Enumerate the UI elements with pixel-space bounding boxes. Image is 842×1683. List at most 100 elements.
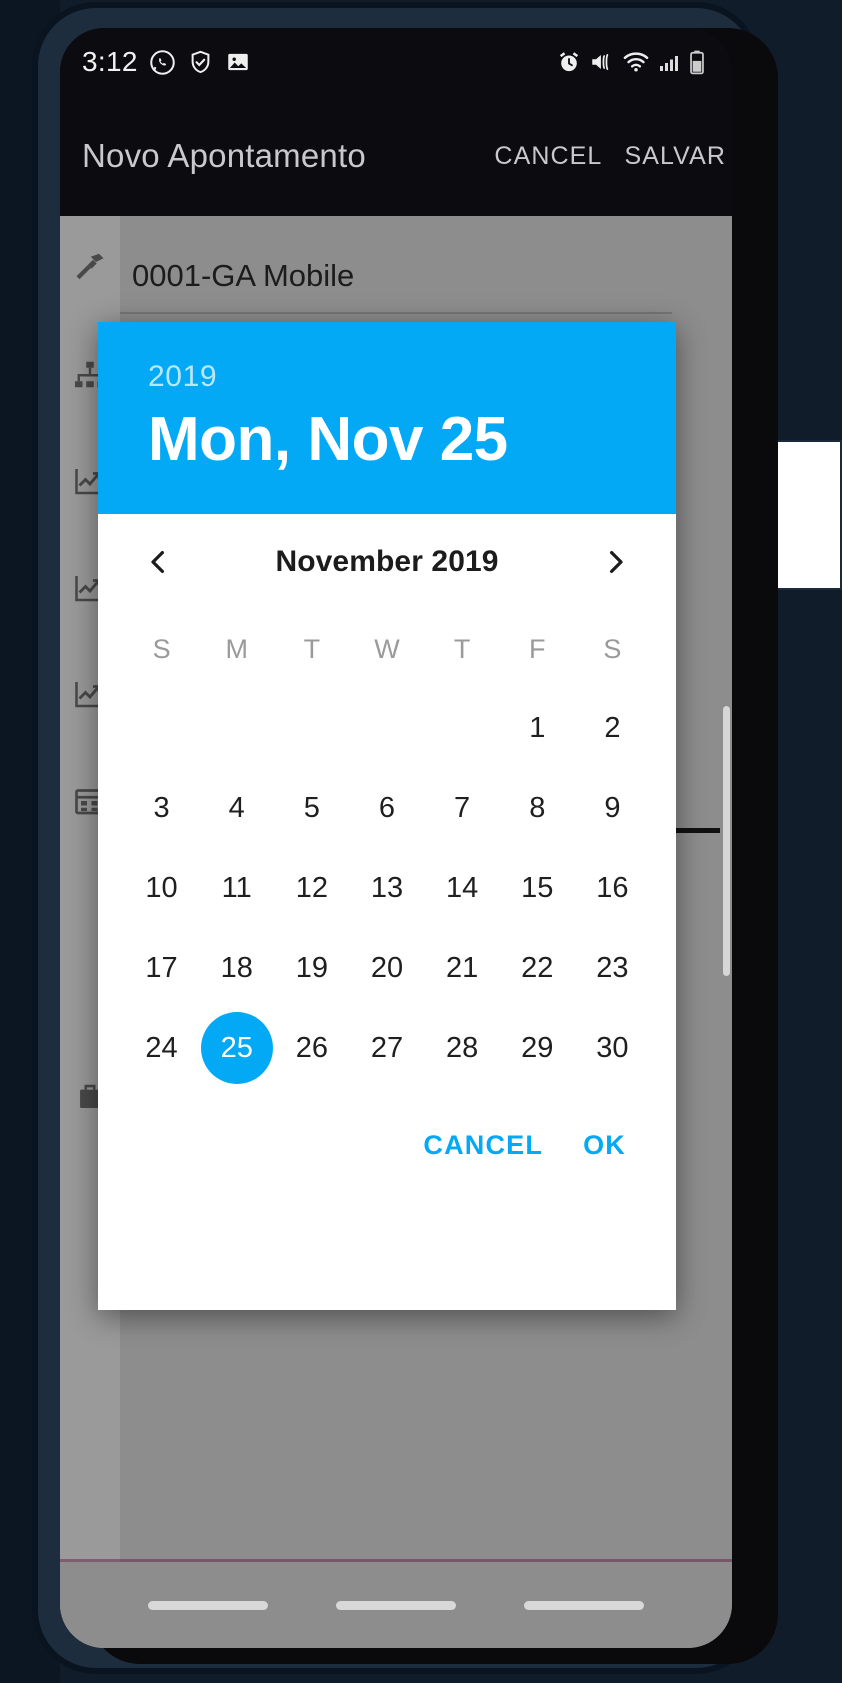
calendar-day-label: 10 bbox=[145, 871, 178, 904]
whatsapp-icon bbox=[149, 49, 176, 76]
signal-icon bbox=[657, 50, 681, 74]
calendar-day-label: 20 bbox=[370, 951, 404, 984]
weekday-header-row: SMTWTFS bbox=[98, 610, 676, 688]
calendar-day-cell[interactable]: 1 bbox=[500, 688, 575, 768]
app-bar-actions: CANCEL SALVAR bbox=[494, 142, 728, 171]
calendar-day-cell[interactable]: 6 bbox=[349, 768, 424, 848]
date-picker-body: November 2019 SMTWTFS 1 2 3 4 5 6 7 8 9 10 11 12 13 1… bbox=[98, 514, 676, 1208]
system-nav-bar bbox=[60, 1562, 732, 1648]
calendar-day-label: 12 bbox=[295, 871, 328, 904]
cancel-button[interactable]: CANCEL bbox=[494, 142, 602, 171]
dialog-actions: CANCEL OK bbox=[98, 1088, 676, 1208]
calendar-day-cell[interactable]: 3 bbox=[124, 768, 199, 848]
weekday-label: T bbox=[453, 633, 471, 664]
month-navigation: November 2019 bbox=[98, 514, 676, 610]
calendar-day-cell[interactable]: 5 bbox=[274, 768, 349, 848]
calendar-day-label: 19 bbox=[295, 951, 328, 984]
calendar-day-label: 30 bbox=[596, 1031, 629, 1064]
calendar-day-cell[interactable]: 22 bbox=[500, 928, 575, 1008]
dialog-cancel-button[interactable]: CANCEL bbox=[423, 1130, 543, 1161]
calendar-day-cell[interactable]: 14 bbox=[425, 848, 500, 928]
calendar-day-label: 16 bbox=[596, 871, 629, 904]
calendar-day-label bbox=[426, 692, 498, 764]
weekday-label: S bbox=[603, 633, 622, 664]
calendar-day-cell[interactable]: 26 bbox=[274, 1008, 349, 1088]
status-bar-left: 3:12 bbox=[82, 46, 251, 78]
date-picker-header: 2019 Mon, Nov 25 bbox=[98, 322, 676, 514]
calendar-day-empty bbox=[124, 688, 199, 768]
calendar-day-label: 2 bbox=[604, 711, 621, 744]
calendar-day-cell[interactable]: 16 bbox=[575, 848, 650, 928]
calendar-day-cell[interactable]: 27 bbox=[349, 1008, 424, 1088]
calendar-day-cell[interactable]: 19 bbox=[274, 928, 349, 1008]
calendar-day-cell[interactable]: 29 bbox=[500, 1008, 575, 1088]
calendar-day-label: 8 bbox=[529, 791, 546, 824]
shield-check-icon bbox=[187, 49, 214, 76]
header-date[interactable]: Mon, Nov 25 bbox=[148, 404, 676, 475]
calendar-day-cell[interactable]: 15 bbox=[500, 848, 575, 928]
dialog-ok-button[interactable]: OK bbox=[583, 1130, 626, 1161]
calendar-day-cell[interactable]: 7 bbox=[425, 768, 500, 848]
scrollbar-thumb[interactable] bbox=[723, 706, 730, 976]
status-bar-right bbox=[556, 48, 706, 76]
header-year[interactable]: 2019 bbox=[148, 360, 676, 394]
calendar-day-label: 3 bbox=[153, 791, 170, 824]
screenshot-root: 3:12 Novo Apontamento CANCEL SALVAR 0001… bbox=[0, 0, 842, 1683]
calendar-day-cell[interactable]: 10 bbox=[124, 848, 199, 928]
calendar-day-label: 1 bbox=[529, 711, 546, 744]
calendar-day-cell[interactable]: 24 bbox=[124, 1008, 199, 1088]
calendar-day-cell[interactable]: 9 bbox=[575, 768, 650, 848]
chevron-right-icon[interactable] bbox=[590, 536, 642, 588]
calendar-day-label bbox=[351, 692, 423, 764]
calendar-day-cell[interactable]: 20 bbox=[349, 928, 424, 1008]
calendar-day-cell[interactable]: 30 bbox=[575, 1008, 650, 1088]
status-bar: 3:12 bbox=[60, 28, 732, 96]
calendar-day-label: 13 bbox=[370, 871, 404, 904]
calendar-day-cell[interactable]: 12 bbox=[274, 848, 349, 928]
calendar-day-label: 23 bbox=[596, 951, 629, 984]
calendar-day-label bbox=[126, 692, 198, 764]
calendar-day-label: 4 bbox=[228, 791, 245, 824]
weekday-label: W bbox=[374, 633, 400, 664]
save-button[interactable]: SALVAR bbox=[624, 142, 726, 171]
calendar-day-label: 24 bbox=[145, 1031, 178, 1064]
calendar-day-cell[interactable]: 8 bbox=[500, 768, 575, 848]
calendar-day-cell[interactable]: 2 bbox=[575, 688, 650, 768]
project-field-value[interactable]: 0001-GA Mobile bbox=[132, 258, 354, 294]
hammer-icon[interactable] bbox=[70, 248, 110, 288]
calendar-day-cell[interactable]: 25 bbox=[199, 1008, 274, 1088]
calendar-day-empty bbox=[425, 688, 500, 768]
calendar-day-label: 18 bbox=[220, 951, 253, 984]
calendar-day-cell[interactable]: 21 bbox=[425, 928, 500, 1008]
chevron-left-icon[interactable] bbox=[132, 536, 184, 588]
calendar-day-label: 22 bbox=[521, 951, 554, 984]
calendar-day-label bbox=[201, 692, 273, 764]
calendar-day-label: 7 bbox=[454, 791, 471, 824]
calendar-day-empty bbox=[199, 688, 274, 768]
calendar-day-empty bbox=[349, 688, 424, 768]
calendar-day-label: 9 bbox=[604, 791, 621, 824]
calendar-day-label: 15 bbox=[521, 871, 554, 904]
calendar-day-cell[interactable]: 18 bbox=[199, 928, 274, 1008]
calendar-day-cell[interactable]: 4 bbox=[199, 768, 274, 848]
calendar-day-label: 27 bbox=[370, 1031, 404, 1064]
calendar-day-label: 21 bbox=[445, 951, 479, 984]
calendar-day-cell[interactable]: 11 bbox=[199, 848, 274, 928]
calendar-day-cell[interactable]: 17 bbox=[124, 928, 199, 1008]
nav-back-button[interactable] bbox=[524, 1600, 644, 1610]
calendar-day-label: 28 bbox=[445, 1031, 479, 1064]
app-bar: Novo Apontamento CANCEL SALVAR bbox=[60, 96, 732, 216]
calendar-day-label: 14 bbox=[445, 871, 479, 904]
calendar-day-label bbox=[276, 692, 348, 764]
calendar-day-cell[interactable]: 23 bbox=[575, 928, 650, 1008]
page-title: Novo Apontamento bbox=[82, 137, 366, 174]
phone-screen: 3:12 Novo Apontamento CANCEL SALVAR 0001… bbox=[60, 28, 732, 1648]
battery-icon bbox=[688, 49, 706, 75]
calendar-day-cell[interactable]: 28 bbox=[425, 1008, 500, 1088]
calendar-day-cell[interactable]: 13 bbox=[349, 848, 424, 928]
weekday-label: T bbox=[303, 633, 321, 664]
nav-recents-button[interactable] bbox=[148, 1600, 268, 1610]
nav-home-button[interactable] bbox=[336, 1600, 456, 1610]
form-content: 0001-GA Mobile 2019 Mon, Nov 25 November… bbox=[60, 216, 732, 1648]
calendar-day-label: 11 bbox=[221, 871, 252, 904]
